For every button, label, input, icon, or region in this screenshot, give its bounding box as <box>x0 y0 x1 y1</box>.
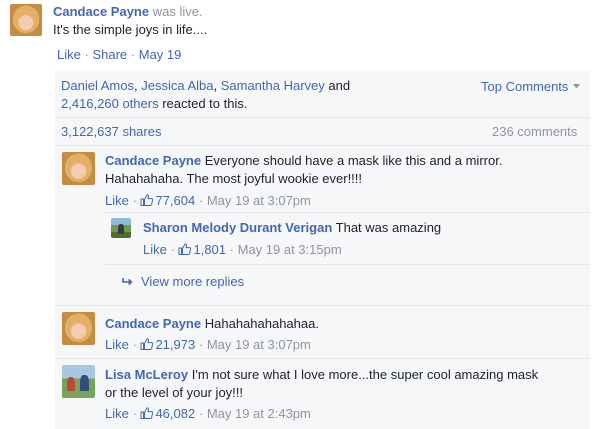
comment-text: Hahahahahahahaa. <box>204 316 319 331</box>
comment-text: I'm not sure what I love more...the supe… <box>191 367 539 382</box>
separator-dot: · <box>84 47 89 62</box>
separator-dot: · <box>198 406 204 421</box>
separator-dot: · <box>198 193 204 208</box>
comment-time[interactable]: May 19 at 3:07pm <box>207 337 311 352</box>
caret-down-icon <box>573 84 581 89</box>
separator-dot: · <box>170 242 175 257</box>
thumbs-up-icon <box>178 243 192 255</box>
reaction-and: and <box>328 78 351 93</box>
divider <box>55 305 590 306</box>
comment-text-line2: Hahahahaha. The most joyful wookie ever!… <box>105 171 363 186</box>
shares-count[interactable]: 3,122,637 shares <box>61 123 161 140</box>
top-comments-dropdown[interactable]: Top Comments <box>481 78 581 95</box>
reply-author-avatar[interactable] <box>111 218 131 238</box>
reactor-name[interactable]: Samantha Harvey <box>221 78 325 93</box>
reply-like-count[interactable]: 1,801 <box>178 242 226 257</box>
thumbs-up-icon <box>140 194 154 206</box>
separator-dot: · <box>132 406 137 421</box>
view-more-replies-label: View more replies <box>141 274 245 289</box>
divider <box>55 145 590 146</box>
reply-arrow-icon <box>122 278 133 286</box>
reactor-name[interactable]: Jessica Alba <box>141 78 213 93</box>
thumbs-up-icon <box>140 338 154 350</box>
thumbs-up-icon <box>140 407 154 419</box>
reply-divider <box>105 212 590 213</box>
separator-dot: · <box>132 337 137 352</box>
comment-like-link[interactable]: Like <box>105 193 129 208</box>
comment-body: Candace Payne Hahahahahahahaa. <box>105 315 319 332</box>
reply-actions: Like · 1,801 · May 19 at 3:15pm <box>143 241 342 258</box>
comment-author-name[interactable]: Lisa McLeroy <box>105 367 188 382</box>
comment-body: Lisa McLeroy I'm not sure what I love mo… <box>105 366 538 383</box>
comment-like-count[interactable]: 77,604 <box>140 193 195 208</box>
reply-body: Sharon Melody Durant Verigan That was am… <box>143 219 441 236</box>
comment-author-name[interactable]: Candace Payne <box>105 316 201 331</box>
reply-like-number: 1,801 <box>193 242 226 257</box>
reply-like-link[interactable]: Like <box>143 242 167 257</box>
post-status: was live. <box>152 4 203 19</box>
top-comments-label: Top Comments <box>481 79 569 94</box>
comment-time[interactable]: May 19 at 3:07pm <box>207 193 311 208</box>
comment-like-number: 46,082 <box>155 406 196 421</box>
reaction-summary: Daniel Amos, Jessica Alba, Samantha Harv… <box>61 78 351 93</box>
comment-actions: Like · 21,973 · May 19 at 3:07pm <box>105 336 311 353</box>
reply-divider <box>105 264 590 265</box>
post-author-name[interactable]: Candace Payne <box>53 4 149 19</box>
comment-author-avatar[interactable] <box>62 312 95 345</box>
comment-like-link[interactable]: Like <box>105 337 129 352</box>
comment-like-link[interactable]: Like <box>105 406 129 421</box>
post-like-link[interactable]: Like <box>57 47 81 62</box>
reaction-suffix: reacted to this. <box>162 96 248 111</box>
comment-actions: Like · 46,082 · May 19 at 2:43pm <box>105 405 311 422</box>
post-actions: Like · Share · May 19 <box>57 46 181 63</box>
comment-like-number: 77,604 <box>155 193 196 208</box>
reaction-others-link[interactable]: 2,416,260 others <box>61 96 159 111</box>
separator-dot: · <box>132 193 137 208</box>
comment-like-count[interactable]: 21,973 <box>140 337 195 352</box>
divider <box>55 358 590 359</box>
post-header: Candace Payne was live. <box>53 3 203 20</box>
comment-author-avatar[interactable] <box>62 152 95 185</box>
reactor-name[interactable]: Daniel Amos <box>61 78 134 93</box>
comment-like-number: 21,973 <box>155 337 196 352</box>
separator-dot: · <box>198 337 204 352</box>
reply-text: That was amazing <box>335 220 442 235</box>
divider <box>55 117 590 118</box>
comment-actions: Like · 77,604 · May 19 at 3:07pm <box>105 192 311 209</box>
view-more-replies-link[interactable]: View more replies <box>122 273 244 290</box>
post-author-avatar[interactable] <box>10 4 42 36</box>
post-share-link[interactable]: Share <box>92 47 127 62</box>
reaction-summary-line2: 2,416,260 others reacted to this. <box>61 95 247 112</box>
comment-text-line2: or the level of your joy!!! <box>105 385 244 400</box>
comment-text: Everyone should have a mask like this an… <box>204 153 503 168</box>
comment-time[interactable]: May 19 at 2:43pm <box>207 406 311 421</box>
post-date[interactable]: May 19 <box>139 47 182 62</box>
comment-author-avatar[interactable] <box>62 365 95 398</box>
separator-dot: · <box>229 242 234 257</box>
reply-time[interactable]: May 19 at 3:15pm <box>238 242 342 257</box>
reply-author-name[interactable]: Sharon Melody Durant Verigan <box>143 220 332 235</box>
post-text: It's the simple joys in life.... <box>53 22 208 37</box>
comment-like-count[interactable]: 46,082 <box>140 406 195 421</box>
comments-count[interactable]: 236 comments <box>492 123 577 140</box>
comment-body: Candace Payne Everyone should have a mas… <box>105 152 502 169</box>
separator-dot: · <box>130 47 136 62</box>
comment-author-name[interactable]: Candace Payne <box>105 153 201 168</box>
